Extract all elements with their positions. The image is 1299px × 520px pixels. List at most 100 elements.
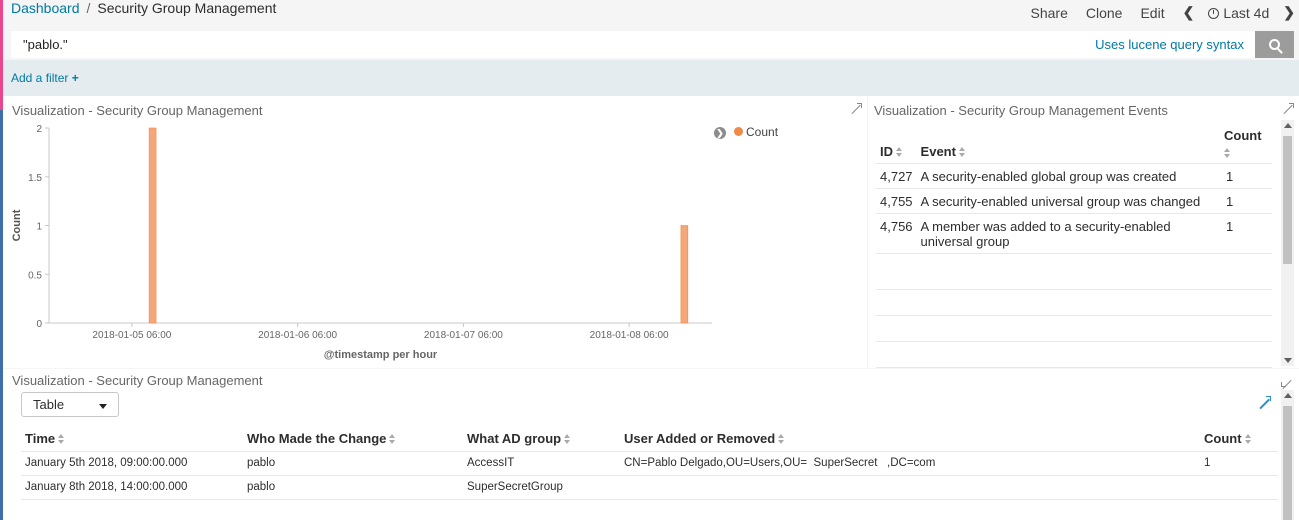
y-axis-label: Count [11,209,23,241]
query-bar: Uses lucene query syntax [11,31,1294,58]
view-select-value: Table [33,397,65,412]
table-row: 4,756 A member was added to a security-e… [876,213,1272,255]
column-header-event[interactable]: Event [916,128,1222,165]
expand-icon[interactable] [1282,103,1294,115]
scroll-down-icon[interactable] [1284,358,1292,363]
cell-count: 1 [1222,213,1272,255]
breadcrumb-dashboard-link[interactable]: Dashboard [11,0,80,16]
breadcrumb-current: Security Group Management [97,0,277,16]
cell-id: 4,755 [876,188,917,215]
cell-time: January 5th 2018, 09:00:00.000 [21,451,243,476]
cell-user: CN=Pablo Delgado,OU=Users,OU= SuperSecre… [620,451,1200,476]
table-divider [876,315,1272,316]
sort-icon[interactable] [389,434,396,445]
time-range-label: Last 4d [1223,4,1270,21]
histogram-bar [148,127,157,324]
table-row: 4,727 A security-enabled global group wa… [876,163,1272,190]
table-divider [876,289,1272,290]
cell-id: 4,727 [876,163,917,190]
cell-time: January 8th 2018, 14:00:00.000 [21,475,243,500]
sort-icon[interactable] [58,434,65,445]
y-tick-label: 0.5 [28,270,42,281]
share-button[interactable]: Share [1031,5,1068,21]
column-header-count[interactable]: Count [1200,427,1278,452]
filter-bar: Add a filter + [3,60,1299,96]
x-tick-label: 2018-01-06 06:00 [258,330,337,341]
y-tick-label: 2 [36,124,42,135]
breadcrumb: Dashboard / Security Group Management [11,0,276,16]
y-tick-label: 0 [36,319,42,330]
events-table: ID Event Count 4,727 A security-enabled … [876,128,1272,255]
cell-count: 1 [1222,188,1272,215]
cell-user [620,475,1200,500]
cell-event: A security-enabled global group was crea… [916,163,1222,190]
cell-who: pablo [243,451,463,476]
cell-count: 1 [1200,451,1278,476]
scrollbar-thumb[interactable] [1283,136,1292,264]
sort-icon[interactable] [1244,434,1252,445]
top-navigation-bar: Dashboard / Security Group Management Shar… [3,0,1299,30]
column-header-who[interactable]: Who Made the Change [243,427,463,452]
changes-table-header: Time Who Made the Change What AD group U… [21,427,1278,452]
search-input[interactable] [11,31,1256,58]
scrollbar-thumb[interactable] [1283,406,1292,520]
changes-table: Time Who Made the Change What AD group U… [21,427,1278,500]
cell-event: A security-enabled universal group was c… [916,188,1222,215]
y-tick-label: 1 [36,222,42,233]
events-table-header: ID Event Count [876,128,1272,165]
cell-count: 1 [1222,163,1272,190]
edit-button[interactable]: Edit [1140,5,1164,21]
clock-icon [1208,7,1220,19]
histogram-bar [680,225,689,324]
breadcrumb-separator: / [86,0,91,16]
table-row: January 8th 2018, 14:00:00.000 pablo Sup… [21,475,1278,500]
table-divider [876,367,1272,368]
view-type-select[interactable]: Table [21,392,119,417]
changes-scrollbar[interactable] [1281,390,1294,520]
cell-group: AccessIT [463,451,620,476]
add-filter-button[interactable]: Add a filter + [11,71,79,85]
sort-icon[interactable] [564,434,571,445]
sort-icon[interactable] [1224,148,1231,159]
expand-icon[interactable] [1281,374,1293,387]
add-filter-label: Add a filter [11,71,69,85]
x-tick-label: 2018-01-07 06:00 [424,330,503,341]
table-row: 4,755 A security-enabled universal group… [876,188,1272,215]
column-header-group[interactable]: What AD group [463,427,620,452]
chart-legend-item[interactable]: Count [734,125,778,139]
cell-id: 4,756 [876,213,917,255]
expand-table-icon[interactable] [1258,396,1271,409]
column-header-id[interactable]: ID [876,128,917,165]
cell-count [1200,475,1278,500]
chevron-left-icon[interactable]: ❮ [1183,4,1195,21]
chart-legend-toggle-icon[interactable]: ❯ [714,127,726,139]
cell-who: pablo [243,475,463,500]
column-header-time[interactable]: Time [21,427,243,452]
changes-panel-title: Visualization - Security Group Managemen… [12,373,263,388]
events-panel-title: Visualization - Security Group Managemen… [874,103,1168,118]
cell-event: A member was added to a security-enabled… [916,213,1222,255]
scroll-up-icon[interactable] [1284,393,1292,398]
sort-icon[interactable] [896,147,903,158]
table-row: January 5th 2018, 09:00:00.000 pablo Acc… [21,451,1278,476]
events-scrollbar[interactable] [1281,120,1294,366]
sort-icon[interactable] [778,434,785,445]
y-tick-label: 1.5 [28,173,42,184]
table-divider [876,341,1272,342]
legend-label: Count [746,125,779,139]
clone-button[interactable]: Clone [1086,5,1123,21]
sort-icon[interactable] [958,147,966,158]
legend-dot-icon [734,127,743,136]
search-icon [1269,39,1280,50]
lucene-syntax-link[interactable]: Uses lucene query syntax [1095,37,1244,52]
x-tick-label: 2018-01-08 06:00 [590,330,669,341]
column-header-count[interactable]: Count [1222,128,1272,165]
time-picker-button[interactable]: Last 4d [1208,5,1269,21]
scroll-up-icon[interactable] [1284,123,1292,128]
column-header-user[interactable]: User Added or Removed [620,427,1200,452]
search-button[interactable] [1255,31,1294,58]
chevron-down-icon [99,404,107,409]
chevron-right-icon[interactable]: ❯ [1283,4,1295,21]
plus-icon: + [71,71,79,85]
cell-group: SuperSecretGroup [463,475,620,500]
